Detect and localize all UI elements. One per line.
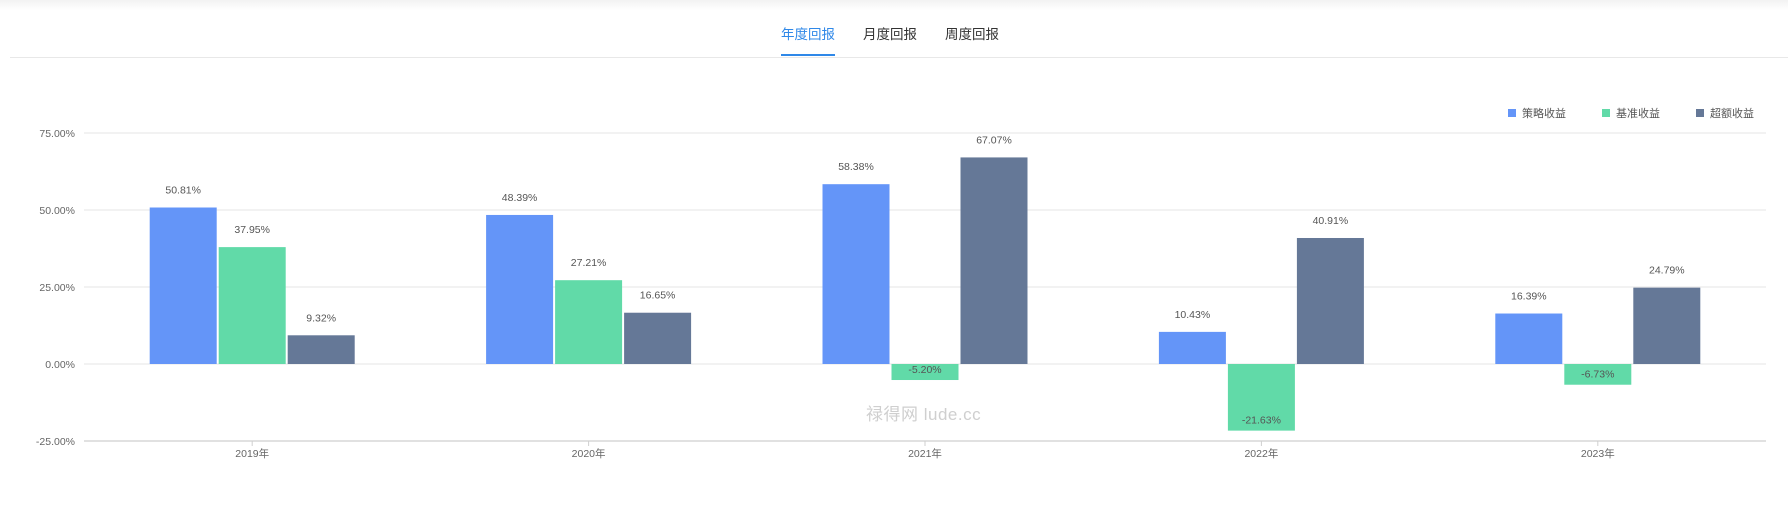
bar	[1495, 313, 1563, 364]
x-tick-label: 2020年	[572, 447, 606, 460]
data-label: 9.32%	[306, 312, 336, 324]
bar-chart: 75.00% 50.00% 25.00% 0.00% -25.00% 50.81% 37.9…	[36, 128, 1766, 460]
y-tick-label: 25.00%	[39, 282, 75, 294]
bar	[960, 157, 1028, 364]
bar	[555, 280, 623, 364]
x-tick-label: 2019年	[235, 447, 269, 460]
data-label: 37.95%	[234, 224, 270, 236]
x-tick-label: 2021年	[908, 447, 942, 460]
legend-item-excess[interactable]: 超额收益	[1696, 105, 1754, 121]
legend-swatch-strategy	[1508, 109, 1516, 117]
chart-legend: 策略收益 基准收益 超额收益	[1508, 105, 1754, 121]
data-label: 50.81%	[165, 185, 201, 197]
data-label: 24.79%	[1649, 265, 1685, 277]
data-label: 58.38%	[838, 161, 874, 173]
legend-swatch-benchmark	[1602, 109, 1610, 117]
data-label: -5.20%	[908, 364, 941, 376]
y-tick-label: 75.00%	[39, 128, 75, 140]
bar	[624, 312, 692, 364]
bar	[1633, 287, 1701, 364]
legend-label-benchmark: 基准收益	[1616, 108, 1660, 120]
bar	[486, 214, 554, 364]
y-tick-label: 0.00%	[45, 359, 75, 371]
legend-label-strategy: 策略收益	[1522, 108, 1566, 120]
bar	[1296, 237, 1364, 364]
data-label: 48.39%	[502, 192, 538, 204]
data-label: -21.63%	[1242, 415, 1281, 427]
data-label: 67.07%	[976, 134, 1012, 146]
data-label: 16.39%	[1511, 291, 1547, 303]
bar	[149, 207, 217, 364]
data-label: 16.65%	[640, 290, 676, 302]
data-label: -6.73%	[1581, 369, 1614, 381]
legend-item-strategy[interactable]: 策略收益	[1508, 105, 1566, 121]
x-tick-label: 2022年	[1244, 447, 1278, 460]
watermark: 禄得网 lude.cc	[866, 405, 982, 424]
bar	[1158, 331, 1226, 364]
bar	[287, 335, 355, 364]
y-tick-label: -25.00%	[36, 436, 75, 448]
data-label: 40.91%	[1313, 215, 1349, 227]
legend-item-benchmark[interactable]: 基准收益	[1602, 105, 1660, 121]
data-label: 27.21%	[571, 257, 607, 269]
data-label: 10.43%	[1175, 309, 1211, 321]
y-tick-label: 50.00%	[39, 205, 75, 217]
bar	[822, 184, 890, 364]
x-tick-label: 2023年	[1581, 447, 1615, 460]
legend-swatch-excess	[1696, 109, 1704, 117]
legend-label-excess: 超额收益	[1710, 108, 1754, 120]
bar	[218, 247, 286, 364]
